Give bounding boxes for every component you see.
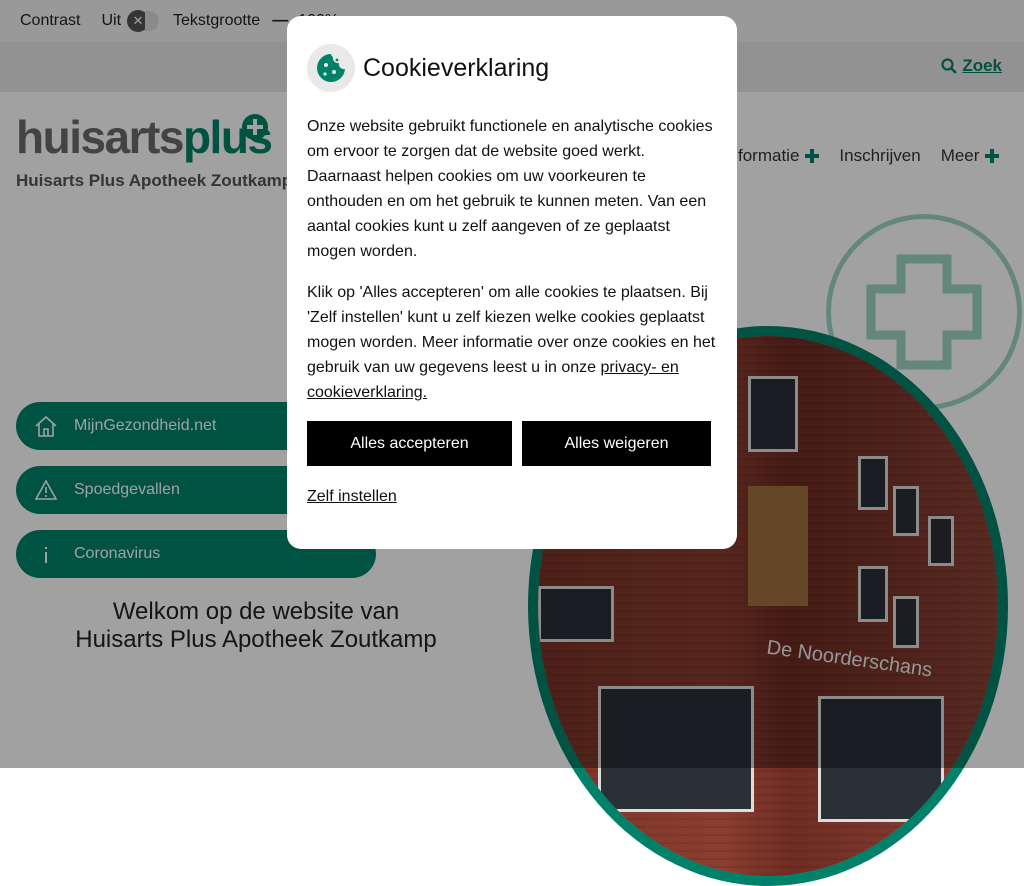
cookie-dialog-body: Onze website gebruikt functionele en ana… [307,114,717,405]
accept-all-button[interactable]: Alles accepteren [307,421,512,466]
cookie-buttons: Alles accepteren Alles weigeren [307,421,717,466]
cookie-dialog-title: Cookieverklaring [363,53,550,82]
cookie-dialog: Cookieverklaring Onze website gebruikt f… [287,16,737,549]
cookie-paragraph-2: Klik op 'Alles accepteren' om alle cooki… [307,280,717,405]
reject-all-button[interactable]: Alles weigeren [522,421,711,466]
cookie-icon [307,44,355,92]
cookie-paragraph-1: Onze website gebruikt functionele en ana… [307,118,713,260]
custom-settings-link[interactable]: Zelf instellen [307,488,397,506]
cookie-dialog-header: Cookieverklaring [307,44,717,92]
